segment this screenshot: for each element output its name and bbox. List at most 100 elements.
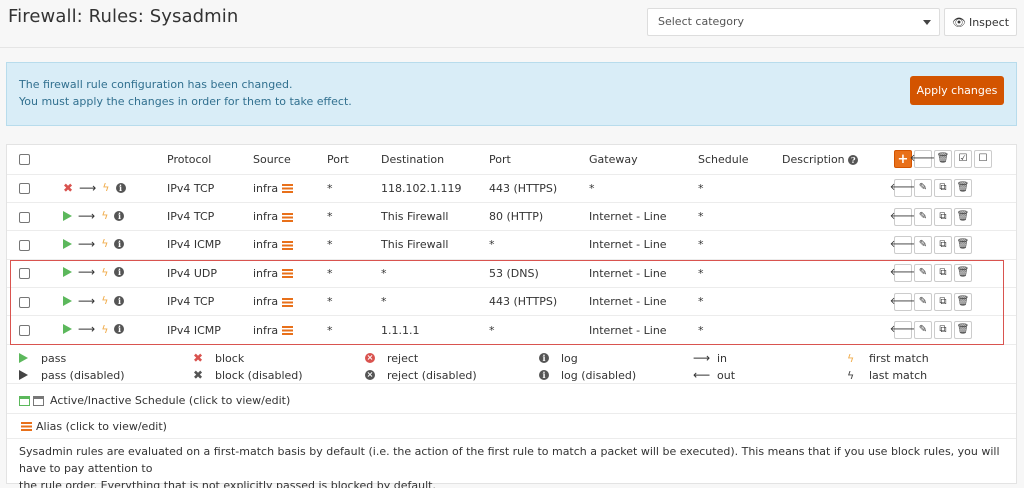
gateway-cell: Internet - Line — [589, 287, 698, 317]
trash-icon[interactable]: 🗑 — [954, 321, 972, 340]
log-icon[interactable]: i — [114, 238, 125, 249]
source-port-cell: * — [327, 315, 381, 345]
bolt-icon: ϟ — [102, 181, 110, 195]
move-selected-button[interactable]: 🡐 — [910, 150, 936, 169]
gateway-cell: Internet - Line — [589, 259, 698, 289]
move-before-button[interactable]: 🡐 — [890, 179, 916, 198]
row-checkbox[interactable] — [19, 268, 30, 280]
disable-selected-button[interactable]: ☐ — [974, 150, 992, 169]
schedule-cell: * — [698, 287, 782, 317]
bolt-icon: ϟ — [101, 237, 109, 251]
table-row[interactable]: ⟶ ϟ i IPv4 TCP infra * This Firewall 80 (HTTP) I… — [7, 202, 1016, 232]
alias-legend: Alias (click to view/edit) — [7, 414, 1016, 439]
table-row[interactable]: ⟶ ϟ i IPv4 UDP infra * * 53 (DNS) Internet - Lin… — [7, 259, 1016, 289]
list-icon[interactable] — [282, 240, 294, 250]
pass-icon[interactable] — [63, 324, 72, 335]
list-icon[interactable] — [282, 297, 294, 307]
log-icon[interactable]: i — [115, 182, 126, 193]
gateway-cell: Internet - Line — [589, 230, 698, 260]
pass-icon[interactable] — [63, 295, 72, 306]
log-icon[interactable]: i — [114, 267, 125, 278]
clone-icon[interactable]: ⧉ — [934, 292, 952, 311]
edit-pencil-icon[interactable]: ✎ — [914, 264, 932, 283]
list-icon[interactable] — [282, 269, 294, 279]
pass-icon — [19, 353, 28, 363]
log-icon[interactable]: i — [114, 324, 125, 335]
edit-pencil-icon[interactable]: ✎ — [914, 207, 932, 226]
list-icon[interactable] — [282, 184, 294, 194]
table-row[interactable]: ⟶ ϟ i IPv4 TCP infra * * 443 (HTTPS) Internet - … — [7, 287, 1016, 317]
block-icon[interactable]: ✖ — [63, 182, 73, 194]
edit-pencil-icon[interactable]: ✎ — [914, 235, 932, 254]
source-cell: infra — [253, 238, 279, 252]
gateway-cell: Internet - Line — [589, 202, 698, 232]
arrow-right-icon: ⟶ — [78, 208, 96, 223]
log-disabled-icon: i — [539, 370, 549, 380]
arrow-right-icon: ⟶ — [78, 322, 96, 337]
move-before-button[interactable]: 🡐 — [890, 235, 916, 254]
apply-changes-button[interactable]: Apply changes — [910, 76, 1004, 105]
move-before-button[interactable]: 🡐 — [890, 292, 916, 311]
edit-pencil-icon[interactable]: ✎ — [914, 292, 932, 311]
pass-icon[interactable] — [63, 238, 72, 249]
gateway-cell: Internet - Line — [589, 315, 698, 345]
clone-icon[interactable]: ⧉ — [934, 264, 952, 283]
alert-line-1: The firewall rule configuration has been… — [19, 78, 293, 91]
edit-pencil-icon[interactable]: ✎ — [914, 321, 932, 340]
pass-icon[interactable] — [63, 267, 72, 278]
eye-icon: 👁 — [951, 15, 966, 29]
row-checkbox[interactable] — [19, 296, 30, 308]
block-icon: ✖ — [193, 351, 204, 365]
trash-icon[interactable]: 🗑 — [954, 235, 972, 254]
list-icon[interactable] — [282, 326, 294, 336]
destination-port-cell: 443 (HTTPS) — [489, 287, 589, 317]
inspect-button[interactable]: 👁 Inspect — [944, 8, 1017, 36]
row-checkbox[interactable] — [19, 239, 30, 251]
log-icon[interactable]: i — [114, 210, 125, 221]
description-cell — [782, 287, 892, 317]
legend-block: ✖ block — [193, 351, 245, 365]
category-select[interactable]: Select category — [647, 8, 940, 36]
page-header: Firewall: Rules: Sysadmin Select categor… — [0, 0, 1024, 48]
clone-icon[interactable]: ⧉ — [934, 235, 952, 254]
schedule-cell: * — [698, 230, 782, 260]
trash-icon[interactable]: 🗑 — [954, 207, 972, 226]
rules-table: Protocol Source Port Destination Port Ga… — [7, 145, 1016, 345]
table-row[interactable]: ✖ ⟶ ϟ i IPv4 TCP infra * 118.102.1.119 443 (HTTP… — [7, 174, 1016, 203]
delete-selected-button[interactable]: 🗑 — [934, 150, 952, 169]
legend-out: ⟵ out — [693, 368, 736, 382]
calendar-icon — [33, 395, 44, 406]
col-source: Source — [253, 145, 327, 175]
arrow-right-icon: ⟶ — [78, 265, 96, 280]
edit-pencil-icon[interactable]: ✎ — [914, 179, 932, 198]
table-row[interactable]: ⟶ ϟ i IPv4 ICMP infra * This Firewall * Internet… — [7, 230, 1016, 260]
col-gateway: Gateway — [589, 145, 698, 175]
legend-pass: pass — [19, 350, 66, 366]
move-before-button[interactable]: 🡐 — [890, 321, 916, 340]
move-before-button[interactable]: 🡐 — [890, 264, 916, 283]
enable-selected-button[interactable]: ☑ — [954, 150, 972, 169]
table-row[interactable]: ⟶ ϟ i IPv4 ICMP infra * 1.1.1.1 * Internet - Lin… — [7, 315, 1016, 345]
clone-icon[interactable]: ⧉ — [934, 207, 952, 226]
move-before-button[interactable]: 🡐 — [890, 207, 916, 226]
trash-icon[interactable]: 🗑 — [954, 292, 972, 311]
bolt-icon: ϟ — [101, 265, 109, 279]
arrow-right-icon: ⟶ — [78, 293, 96, 308]
pass-icon[interactable] — [63, 210, 72, 221]
trash-icon[interactable]: 🗑 — [954, 264, 972, 283]
log-icon[interactable]: i — [114, 295, 125, 306]
select-all-checkbox[interactable] — [19, 154, 30, 166]
help-icon[interactable]: ? — [848, 154, 859, 165]
row-checkbox[interactable] — [19, 211, 30, 223]
trash-icon[interactable]: 🗑 — [954, 179, 972, 198]
destination-port-cell: * — [489, 315, 589, 345]
clone-icon[interactable]: ⧉ — [934, 321, 952, 340]
rules-panel: Protocol Source Port Destination Port Ga… — [6, 144, 1017, 488]
list-icon[interactable] — [282, 212, 294, 222]
row-checkbox[interactable] — [19, 325, 30, 337]
clone-icon[interactable]: ⧉ — [934, 179, 952, 198]
source-cell: infra — [253, 323, 279, 337]
destination-port-cell: 53 (DNS) — [489, 259, 589, 289]
source-port-cell: * — [327, 287, 381, 317]
row-checkbox[interactable] — [19, 183, 30, 195]
